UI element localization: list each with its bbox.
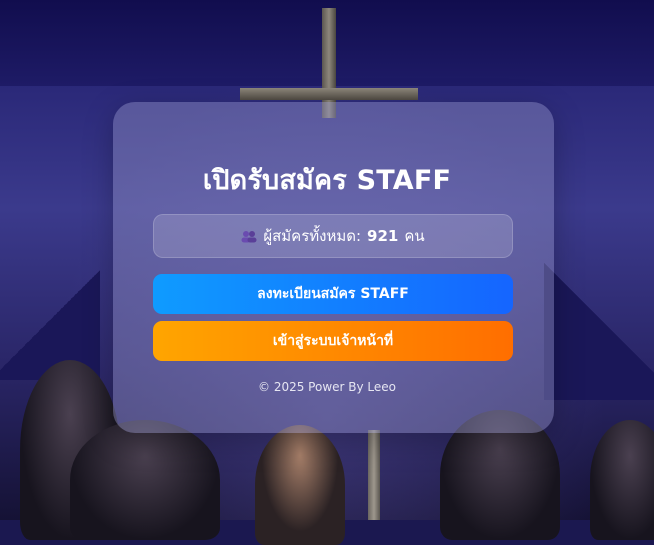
register-staff-button[interactable]: ลงทะเบียนสมัคร STAFF (153, 274, 513, 314)
page-title: เปิดรับสมัคร STAFF (202, 165, 452, 196)
applicant-count-label: ผู้สมัครทั้งหมด: (263, 227, 362, 245)
background-person (590, 420, 654, 540)
staff-login-button[interactable]: เข้าสู่ระบบเจ้าหน้าที่ (153, 321, 513, 361)
applicant-count-unit: คน (404, 227, 425, 245)
cross-horizontal (240, 88, 418, 100)
people-icon (241, 230, 257, 243)
footer-credit: © 2025 Power By Leeo (258, 380, 396, 394)
background-slash-right (544, 260, 654, 400)
applicant-count-box: ผู้สมัครทั้งหมด: 921 คน (153, 214, 513, 258)
background-person (70, 420, 220, 540)
cross-lower (368, 430, 380, 520)
background-slash-left (0, 260, 100, 380)
applicant-count-value: 921 (367, 227, 399, 245)
background-person (255, 425, 345, 545)
